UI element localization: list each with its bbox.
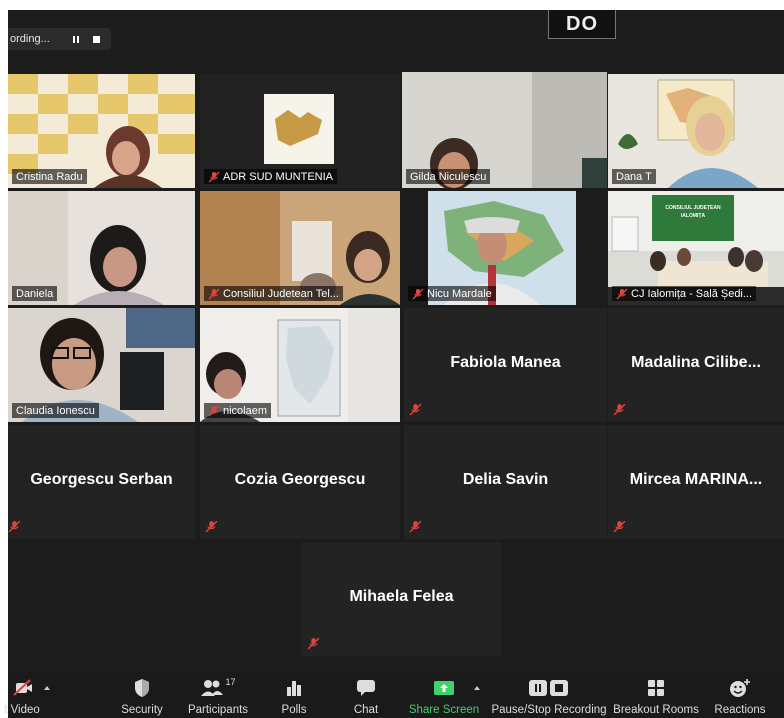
participant-name: ADR SUD MUNTENIA bbox=[204, 169, 338, 184]
left-edge bbox=[0, 0, 8, 718]
pause-stop-icon bbox=[529, 680, 568, 696]
participant-name: Madalina Cilibe... bbox=[631, 354, 761, 372]
video-tile[interactable]: Cristina Radu bbox=[8, 74, 195, 188]
participant-count: 17 bbox=[225, 677, 236, 687]
mic-muted-icon bbox=[409, 520, 422, 533]
pause-stop-recording-button[interactable]: Pause/Stop Recording bbox=[491, 672, 607, 718]
breakout-rooms-button[interactable]: Breakout Rooms bbox=[613, 672, 699, 718]
name-tile[interactable]: Mihaela Felea bbox=[302, 542, 501, 656]
name-tile[interactable]: Georgescu Serban bbox=[8, 425, 195, 539]
mic-muted-icon bbox=[412, 288, 424, 299]
video-tile[interactable]: ADR SUD MUNTENIA bbox=[200, 74, 400, 188]
mic-muted-icon bbox=[307, 637, 320, 650]
participant-name: Cristina Radu bbox=[12, 169, 87, 184]
mic-muted-icon bbox=[8, 520, 21, 533]
mic-muted-icon bbox=[613, 520, 626, 533]
video-tile-active-speaker[interactable]: Gilda Niculescu bbox=[402, 72, 607, 188]
mic-muted-icon bbox=[409, 403, 422, 416]
video-options-caret[interactable] bbox=[44, 686, 50, 690]
participant-name: Cozia Georgescu bbox=[234, 471, 366, 489]
gallery-stage: ording... DO Cristina Radu ADR SUD MUNTE… bbox=[8, 10, 784, 718]
mic-muted-icon bbox=[208, 288, 220, 299]
breakout-rooms-icon bbox=[648, 680, 664, 696]
participant-name: Mihaela Felea bbox=[349, 588, 454, 606]
share-options-caret[interactable] bbox=[474, 686, 480, 690]
svg-text:CONSILIUL JUDEȚEAN: CONSILIUL JUDEȚEAN bbox=[665, 205, 721, 211]
video-tile[interactable]: Claudia Ionescu bbox=[8, 308, 195, 422]
share-screen-icon bbox=[434, 681, 454, 695]
participant-name: Dana T bbox=[612, 169, 656, 184]
reactions-button[interactable]: Reactions bbox=[708, 672, 772, 718]
shared-content-badge[interactable]: DO bbox=[548, 10, 616, 39]
name-tile[interactable]: Mircea MARINA... bbox=[608, 425, 784, 539]
name-tile[interactable]: Madalina Cilibe... bbox=[608, 308, 784, 422]
participants-icon bbox=[201, 680, 224, 696]
pause-icon bbox=[73, 35, 79, 43]
name-tile[interactable]: Delia Savin bbox=[404, 425, 607, 539]
participant-name: CJ Ialomița - Sală Ședi... bbox=[612, 286, 757, 301]
video-tile[interactable]: Daniela bbox=[8, 191, 195, 305]
shield-icon bbox=[135, 679, 149, 697]
participant-name: Mircea MARINA... bbox=[629, 471, 763, 489]
video-button[interactable]: t Video bbox=[0, 672, 44, 718]
top-edge bbox=[0, 0, 784, 10]
participant-name: Georgescu Serban bbox=[30, 471, 173, 489]
name-tile[interactable]: Fabiola Manea bbox=[404, 308, 607, 422]
video-off-icon bbox=[13, 679, 32, 696]
share-screen-button[interactable]: Share Screen bbox=[408, 672, 480, 718]
chat-bubble-icon bbox=[357, 680, 375, 696]
video-tile[interactable]: Consiliul Judetean Tel... bbox=[200, 191, 400, 305]
chat-button[interactable]: Chat bbox=[348, 672, 384, 718]
pause-recording-button[interactable] bbox=[66, 29, 86, 49]
security-button[interactable]: Security bbox=[116, 672, 168, 718]
participant-name: nicolaem bbox=[204, 403, 272, 418]
participant-name: Gilda Niculescu bbox=[406, 169, 491, 184]
meeting-toolbar: t Video Security 17 Participants Polls C… bbox=[4, 672, 784, 718]
participant-name: Claudia Ionescu bbox=[12, 403, 99, 418]
stop-icon bbox=[92, 35, 100, 43]
stop-recording-button[interactable] bbox=[86, 29, 106, 49]
participant-name: Daniela bbox=[12, 286, 58, 301]
video-tile[interactable]: Dana T bbox=[608, 74, 784, 188]
mic-muted-icon bbox=[208, 171, 220, 182]
participant-name: Delia Savin bbox=[462, 471, 549, 489]
bar-chart-icon bbox=[287, 681, 301, 696]
mic-muted-icon bbox=[208, 405, 220, 416]
participants-button[interactable]: 17 Participants bbox=[184, 672, 252, 718]
mic-muted-icon bbox=[205, 520, 218, 533]
name-tile[interactable]: Cozia Georgescu bbox=[200, 425, 400, 539]
polls-button[interactable]: Polls bbox=[276, 672, 312, 718]
mic-muted-icon bbox=[613, 403, 626, 416]
recording-status: ording... bbox=[10, 33, 50, 45]
participant-name: Fabiola Manea bbox=[450, 354, 561, 372]
video-tile[interactable]: Nicu Mardale bbox=[404, 191, 607, 305]
smiley-plus-icon bbox=[730, 679, 750, 697]
mic-muted-icon bbox=[616, 288, 628, 299]
video-tile[interactable]: nicolaem bbox=[200, 308, 400, 422]
svg-text:IALOMIȚA: IALOMIȚA bbox=[681, 213, 706, 219]
video-tile[interactable]: CONSILIUL JUDEȚEAN IALOMIȚA CJ Ialomița … bbox=[608, 191, 784, 305]
participant-name: Nicu Mardale bbox=[408, 286, 496, 301]
participant-name: Consiliul Judetean Tel... bbox=[204, 286, 343, 301]
recording-indicator: ording... bbox=[8, 28, 111, 50]
